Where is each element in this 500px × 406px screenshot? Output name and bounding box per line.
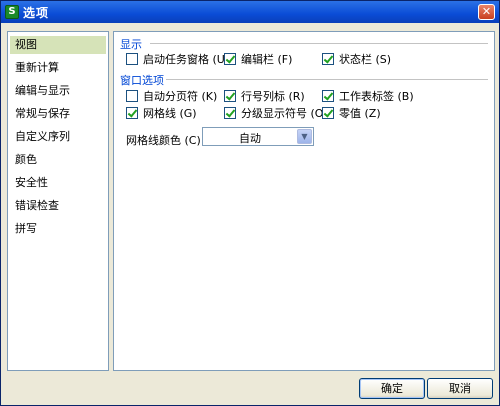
sidebar-item-error-check[interactable]: 错误检查: [10, 197, 106, 215]
checkbox-row-col-headers[interactable]: [224, 90, 236, 102]
sidebar-item-custom-list[interactable]: 自定义序列: [10, 128, 106, 146]
options-dialog: S 选项 ✕ 视图 重新计算 编辑与显示 常规与保存 自定义序列 颜色 安全性 …: [0, 0, 500, 406]
sidebar-item-security[interactable]: 安全性: [10, 174, 106, 192]
sidebar-item-spelling[interactable]: 拼写: [10, 220, 106, 238]
option-label: 状态栏 (S): [339, 53, 392, 66]
dialog-title: 选项: [23, 5, 50, 20]
sidebar-item-general-save[interactable]: 常规与保存: [10, 105, 106, 123]
option-label: 工作表标签 (B): [339, 90, 414, 103]
section-divider: [150, 43, 488, 44]
checkbox-sheet-tabs[interactable]: [322, 90, 334, 102]
section-title-display: 显示: [120, 38, 142, 51]
option-zero-values[interactable]: 零值 (Z): [322, 106, 381, 120]
app-icon: S: [5, 5, 19, 19]
option-label: 行号列标 (R): [241, 90, 305, 103]
chevron-down-icon[interactable]: ▼: [297, 129, 312, 144]
option-row-col-headers[interactable]: 行号列标 (R): [224, 89, 305, 103]
option-label: 自动分页符 (K): [143, 90, 218, 103]
ok-button[interactable]: 确定: [359, 378, 425, 399]
checkbox-outline-symbols[interactable]: [224, 107, 236, 119]
option-label: 零值 (Z): [339, 107, 381, 120]
option-label: 启动任务窗格 (U): [143, 53, 230, 66]
option-auto-page-break[interactable]: 自动分页符 (K): [126, 89, 217, 103]
checkbox-startup-taskpane[interactable]: [126, 53, 138, 65]
checkbox-auto-page-break[interactable]: [126, 90, 138, 102]
option-formula-bar[interactable]: 编辑栏 (F): [224, 52, 292, 66]
gridline-color-select[interactable]: 自动 ▼: [202, 127, 314, 146]
section-title-window-options: 窗口选项: [120, 74, 164, 87]
sidebar-item-recalc[interactable]: 重新计算: [10, 59, 106, 77]
sidebar-item-edit-display[interactable]: 编辑与显示: [10, 82, 106, 100]
option-status-bar[interactable]: 状态栏 (S): [322, 52, 391, 66]
option-startup-taskpane[interactable]: 启动任务窗格 (U): [126, 52, 229, 66]
close-icon[interactable]: ✕: [478, 4, 495, 20]
option-label: 编辑栏 (F): [241, 53, 293, 66]
checkbox-zero-values[interactable]: [322, 107, 334, 119]
gridline-color-value: 自动: [239, 132, 261, 145]
checkbox-status-bar[interactable]: [322, 53, 334, 65]
gridline-color-label: 网格线颜色 (C):: [126, 134, 205, 147]
checkbox-formula-bar[interactable]: [224, 53, 236, 65]
option-label: 网格线 (G): [143, 107, 197, 120]
option-outline-symbols[interactable]: 分级显示符号 (O): [224, 106, 328, 120]
view-settings-panel: 显示 启动任务窗格 (U) 编辑栏 (F) 状态栏 (S) 窗口选项 自动分页符…: [113, 31, 495, 371]
sidebar-item-view[interactable]: 视图: [10, 36, 106, 54]
cancel-button[interactable]: 取消: [427, 378, 493, 399]
option-gridlines[interactable]: 网格线 (G): [126, 106, 197, 120]
sidebar-item-color[interactable]: 颜色: [10, 151, 106, 169]
section-divider: [166, 79, 488, 80]
category-list: 视图 重新计算 编辑与显示 常规与保存 自定义序列 颜色 安全性 错误检查 拼写: [7, 31, 109, 371]
checkbox-gridlines[interactable]: [126, 107, 138, 119]
title-bar: S 选项 ✕: [1, 1, 499, 23]
option-label: 分级显示符号 (O): [241, 107, 328, 120]
option-sheet-tabs[interactable]: 工作表标签 (B): [322, 89, 414, 103]
